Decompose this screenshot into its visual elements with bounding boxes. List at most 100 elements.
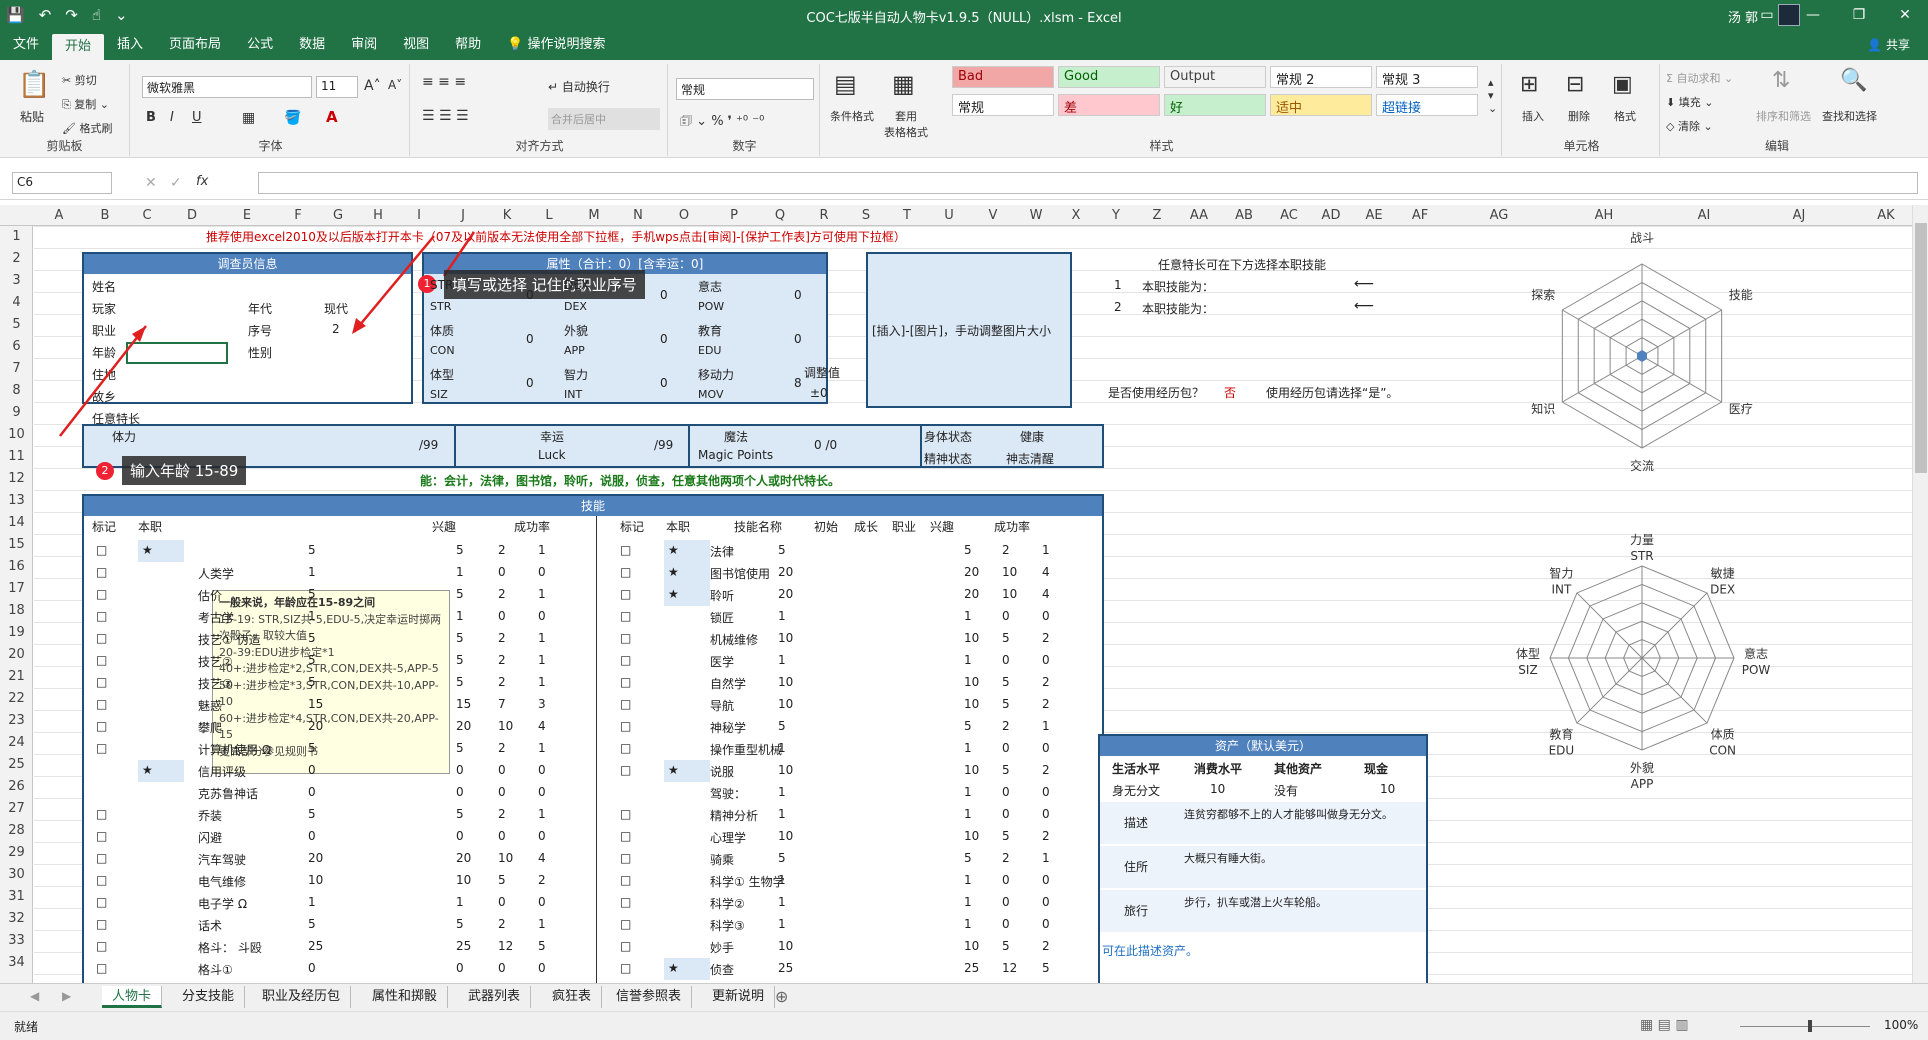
tab-file[interactable]: 文件 xyxy=(0,30,52,60)
skill-checkbox[interactable]: □ xyxy=(96,653,107,667)
row-header-21[interactable]: 21 xyxy=(0,666,33,688)
row-header-16[interactable]: 16 xyxy=(0,556,33,578)
row-header-23[interactable]: 23 xyxy=(0,710,33,732)
attribute-value[interactable]: 0 xyxy=(526,332,534,346)
skill-checkbox[interactable]: □ xyxy=(620,675,631,689)
font-color-icon[interactable]: A xyxy=(326,108,338,126)
skill-checkbox[interactable]: □ xyxy=(620,851,631,865)
copy-button[interactable]: ⎘ 复制 ⌄ xyxy=(62,96,109,112)
tab-home[interactable]: 开始 xyxy=(52,34,105,60)
number-format-select[interactable]: 常规 xyxy=(676,78,814,100)
skill-checkbox[interactable]: □ xyxy=(96,807,107,821)
assets-value[interactable]: 10 xyxy=(1210,782,1225,796)
cell-style-9[interactable]: 超链接 xyxy=(1376,94,1478,116)
row-header-7[interactable]: 7 xyxy=(0,358,33,380)
row-header-34[interactable]: 34 xyxy=(0,952,33,974)
tab-help[interactable]: 帮助 xyxy=(442,30,494,60)
attribute-value[interactable]: 0 xyxy=(660,332,668,346)
assets-value[interactable]: 10 xyxy=(1380,782,1395,796)
row-header-13[interactable]: 13 xyxy=(0,490,33,512)
skill-checkbox[interactable]: □ xyxy=(620,697,631,711)
column-header-k[interactable]: K xyxy=(486,208,528,223)
row-header-6[interactable]: 6 xyxy=(0,336,33,358)
sheet-tab-3[interactable]: 属性和掷骰 xyxy=(362,986,449,1008)
row-header-2[interactable]: 2 xyxy=(0,248,33,270)
column-header-s[interactable]: S xyxy=(846,208,886,223)
skill-checkbox[interactable]: □ xyxy=(96,961,107,975)
row-header-20[interactable]: 20 xyxy=(0,644,33,666)
paste-icon[interactable]: 📋 xyxy=(18,70,50,100)
sheet-tab-7[interactable]: 更新说明 xyxy=(702,986,776,1008)
formula-input[interactable] xyxy=(258,172,1918,194)
tab-formulas[interactable]: 公式 xyxy=(234,30,286,60)
autosum-button[interactable]: Σ 自动求和 ⌄ xyxy=(1666,70,1733,86)
paste-button[interactable]: 粘贴 xyxy=(20,108,44,125)
skill-checkbox[interactable]: □ xyxy=(620,631,631,645)
attribute-value[interactable]: 0 xyxy=(794,332,802,346)
skill-checkbox[interactable]: □ xyxy=(96,873,107,887)
grow-font-icon[interactable]: A˄ xyxy=(364,78,381,94)
row-header-10[interactable]: 10 xyxy=(0,424,33,446)
italic-button[interactable]: I xyxy=(170,110,174,125)
format-cells-button[interactable]: 格式 xyxy=(1614,108,1636,124)
find-select-button[interactable]: 查找和选择 xyxy=(1822,108,1877,124)
skill-checkbox[interactable]: □ xyxy=(96,631,107,645)
column-header-ac[interactable]: AC xyxy=(1268,208,1310,223)
column-header-l[interactable]: L xyxy=(528,208,570,223)
sheet-tab-5[interactable]: 疯狂表 xyxy=(542,986,603,1008)
cell-style-2[interactable]: Output xyxy=(1164,66,1266,88)
cell-style-8[interactable]: 适中 xyxy=(1270,94,1372,116)
cancel-icon[interactable]: ✕ xyxy=(145,175,157,191)
column-header-c[interactable]: C xyxy=(126,208,168,223)
column-header-m[interactable]: M xyxy=(570,208,618,223)
column-header-ak[interactable]: AK xyxy=(1844,208,1912,223)
column-header-ah[interactable]: AH xyxy=(1554,208,1654,223)
conditional-format-icon[interactable]: ▤ xyxy=(834,70,857,98)
tab-insert[interactable]: 插入 xyxy=(104,30,156,60)
row-header-31[interactable]: 31 xyxy=(0,886,33,908)
row-header-19[interactable]: 19 xyxy=(0,622,33,644)
delete-cells-icon[interactable]: ⊟ xyxy=(1566,72,1584,97)
skill-checkbox[interactable]: □ xyxy=(96,587,107,601)
row-header-18[interactable]: 18 xyxy=(0,600,33,622)
column-header-aj[interactable]: AJ xyxy=(1754,208,1844,223)
sheet-tab-1[interactable]: 分支技能 xyxy=(172,986,246,1008)
column-header-n[interactable]: N xyxy=(618,208,658,223)
search-icon[interactable]: 🔍 xyxy=(1840,68,1867,93)
column-header-u[interactable]: U xyxy=(928,208,970,223)
sort-filter-button[interactable]: 排序和筛选 xyxy=(1756,108,1811,124)
tab-page-layout[interactable]: 页面布局 xyxy=(156,30,234,60)
row-header-24[interactable]: 24 xyxy=(0,732,33,754)
column-header-p[interactable]: P xyxy=(710,208,758,223)
row-header-4[interactable]: 4 xyxy=(0,292,33,314)
tab-scroll-left-icon[interactable]: ◀ xyxy=(30,989,39,1003)
column-header-x[interactable]: X xyxy=(1056,208,1096,223)
skill-checkbox[interactable]: □ xyxy=(96,697,107,711)
enter-icon[interactable]: ✓ xyxy=(170,175,182,191)
column-header-r[interactable]: R xyxy=(802,208,846,223)
scroll-thumb[interactable] xyxy=(1915,223,1927,473)
tab-data[interactable]: 数据 xyxy=(286,30,338,60)
column-header-f[interactable]: F xyxy=(278,208,318,223)
cell-style-0[interactable]: Bad xyxy=(952,66,1054,88)
cell-style-5[interactable]: 常规 xyxy=(952,94,1054,116)
row-header-22[interactable]: 22 xyxy=(0,688,33,710)
assets-value[interactable]: 身无分文 xyxy=(1112,782,1160,799)
row-header-1[interactable]: 1 xyxy=(0,226,33,248)
zoom-slider[interactable] xyxy=(1740,1026,1870,1027)
fill-button[interactable]: ⬇ 填充 ⌄ xyxy=(1666,94,1713,110)
column-header-o[interactable]: O xyxy=(658,208,710,223)
sheet-tab-6[interactable]: 信誉参照表 xyxy=(606,986,693,1008)
column-header-b[interactable]: B xyxy=(84,208,126,223)
attribute-value[interactable]: 0 xyxy=(526,376,534,390)
table-format-button[interactable]: 套用 表格格式 xyxy=(884,108,928,140)
row-header-11[interactable]: 11 xyxy=(0,446,33,468)
cell-style-3[interactable]: 常规 2 xyxy=(1270,66,1372,88)
row-header-15[interactable]: 15 xyxy=(0,534,33,556)
tell-me-search[interactable]: 💡 操作说明搜索 xyxy=(494,30,618,60)
attribute-value[interactable]: 8 xyxy=(794,376,802,390)
skill-checkbox[interactable]: □ xyxy=(96,741,107,755)
ribbon-display-icon[interactable]: ▭ xyxy=(1744,0,1790,30)
skill-checkbox[interactable]: □ xyxy=(96,829,107,843)
view-mode-icons[interactable]: ▦ ▤ ▥ xyxy=(1640,1017,1689,1033)
